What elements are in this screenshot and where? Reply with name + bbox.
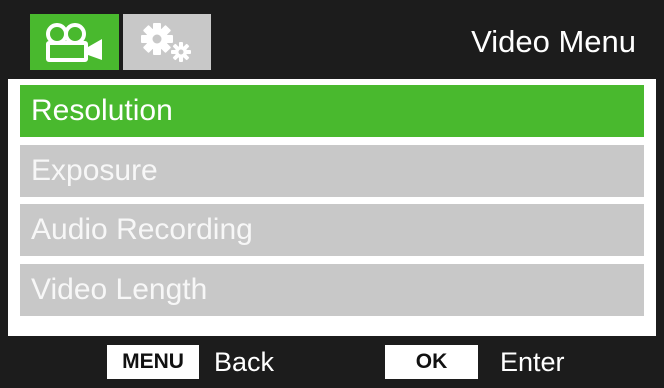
dashcam-screen: Video Menu Resolution Exposure Audio Rec… xyxy=(0,0,664,388)
menu-item-audio-recording[interactable]: Audio Recording xyxy=(20,204,644,256)
gears-icon xyxy=(141,23,191,62)
menu-item-resolution[interactable]: Resolution xyxy=(20,85,644,137)
menu-item-exposure[interactable]: Exposure xyxy=(20,145,644,197)
tab-settings[interactable] xyxy=(123,14,211,70)
menu-item-video-length[interactable]: Video Length xyxy=(20,264,644,316)
tab-video[interactable] xyxy=(30,14,119,70)
enter-label: Enter xyxy=(500,347,565,377)
header-bar: Video Menu xyxy=(0,0,664,79)
page-title: Video Menu xyxy=(471,24,636,59)
back-label: Back xyxy=(214,347,275,377)
menu-list: Resolution Exposure Audio Recording Vide… xyxy=(0,79,664,336)
menu-key-button[interactable]: MENU xyxy=(107,345,199,379)
footer-bar: MENU Back OK Enter xyxy=(0,336,664,388)
ok-key-button[interactable]: OK xyxy=(385,345,478,379)
video-camera-icon xyxy=(45,23,102,62)
